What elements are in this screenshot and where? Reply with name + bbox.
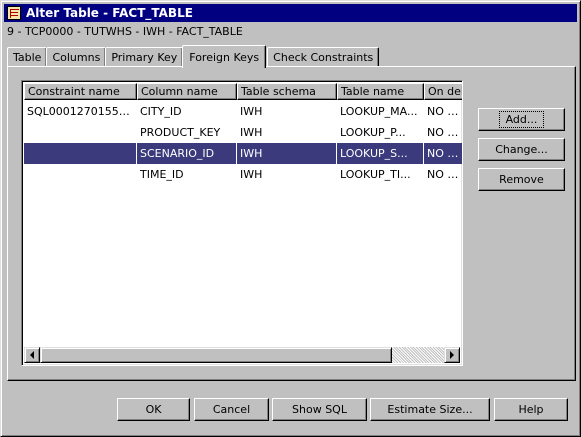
show-sql-button[interactable]: Show SQL [272,398,367,421]
tab-columns[interactable]: Columns [46,47,107,67]
cancel-button[interactable]: Cancel [194,398,269,421]
scroll-left-button[interactable] [24,347,40,363]
table-app-icon [7,6,21,20]
horizontal-scrollbar[interactable] [24,347,460,363]
column-header-table-schema[interactable]: Table schema [237,83,337,100]
cell-table-name: LOOKUP_S... [337,143,424,164]
cell-constraint-name [24,143,137,164]
object-path-label: 9 - TCP0000 - TUTWHS - IWH - FACT_TABLE [7,25,243,38]
table-row-selected[interactable]: SCENARIO_ID IWH LOOKUP_S... NO AC [24,143,463,164]
cell-on-delete: NO AC [427,126,463,139]
cell-table-name: LOOKUP_MA... [340,105,418,118]
cell-column-name: CITY_ID [140,105,182,118]
help-button[interactable]: Help [494,398,568,421]
ok-button[interactable]: OK [117,398,190,421]
alter-table-dialog: Alter Table - FACT_TABLE 9 - TCP0000 - T… [0,0,581,437]
cell-table-name: LOOKUP_TI... [340,168,411,181]
cell-on-delete: NO AC [427,168,463,181]
arrow-left-icon [30,351,34,359]
table-row[interactable]: TIME_ID IWH LOOKUP_TI... NO AC [24,164,463,185]
column-header-column-name[interactable]: Column name [137,83,237,100]
table-header: Constraint name Column name Table schema… [24,83,462,100]
cell-column-name: SCENARIO_ID [137,143,237,164]
cell-table-schema: IWH [240,105,263,118]
column-header-on-delete[interactable]: On del [424,83,462,100]
foreign-keys-table[interactable]: Constraint name Column name Table schema… [21,80,463,366]
cell-constraint-name [24,164,137,185]
tab-primary-key[interactable]: Primary Key [105,47,184,67]
column-header-table-name[interactable]: Table name [337,83,424,100]
cell-column-name: PRODUCT_KEY [140,126,221,139]
change-button[interactable]: Change... [478,138,565,161]
table-row[interactable]: SQL000127015515... CITY_ID IWH LOOKUP_MA… [24,101,463,122]
table-body: SQL000127015515... CITY_ID IWH LOOKUP_MA… [24,101,463,185]
tab-foreign-keys[interactable]: Foreign Keys [182,45,267,68]
foreign-keys-panel: Constraint name Column name Table schema… [7,66,576,381]
cell-constraint-name: SQL000127015515... [27,105,137,118]
cell-table-schema: IWH [240,168,263,181]
scroll-right-button[interactable] [444,347,460,363]
title-bar[interactable]: Alter Table - FACT_TABLE [4,4,577,22]
tab-table[interactable]: Table [7,47,48,67]
cell-on-delete: NO AC [427,147,463,160]
cell-table-name: LOOKUP_P... [340,126,406,139]
cell-constraint-name [24,122,137,143]
estimate-size-button[interactable]: Estimate Size... [370,398,490,421]
cell-on-delete: NO AC [427,105,463,118]
cell-table-schema: IWH [237,143,337,164]
cell-column-name: TIME_ID [140,168,184,181]
tab-strip: Table Columns Primary Key Foreign Keys C… [7,45,380,68]
column-header-constraint-name[interactable]: Constraint name [24,83,137,100]
arrow-right-icon [450,351,454,359]
add-button-label: Add... [498,111,545,128]
window-title: Alter Table - FACT_TABLE [26,6,193,20]
tab-check-constraints[interactable]: Check Constraints [267,47,380,67]
cell-table-schema: IWH [240,126,263,139]
scrollbar-thumb[interactable] [40,347,392,363]
remove-button[interactable]: Remove [478,168,565,191]
table-row[interactable]: PRODUCT_KEY IWH LOOKUP_P... NO AC [24,122,463,143]
add-button[interactable]: Add... [478,108,565,131]
